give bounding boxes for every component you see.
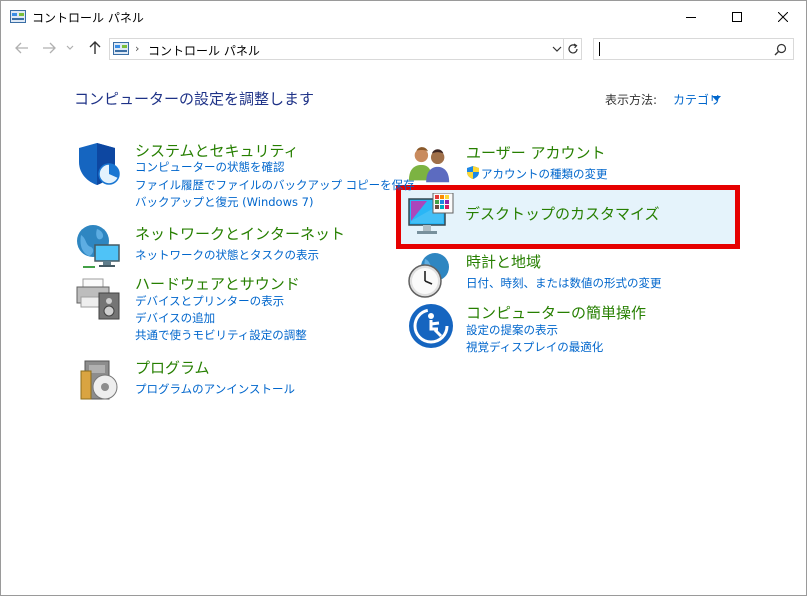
breadcrumb-separator-icon[interactable]: › (135, 42, 139, 55)
search-icon[interactable] (774, 43, 787, 56)
users-icon (408, 147, 450, 183)
breadcrumb-separator-icon[interactable]: › (240, 42, 244, 55)
title-bar: コントロール パネル (1, 1, 806, 32)
ease-of-access-icon (409, 304, 453, 348)
up-button[interactable] (85, 38, 105, 58)
forward-button[interactable] (39, 38, 59, 58)
forward-arrow-icon (43, 42, 56, 54)
link-uninstall-program[interactable]: プログラムのアンインストール (135, 381, 295, 397)
refresh-icon (567, 43, 578, 54)
desktop-monitor-icon (408, 193, 454, 234)
refresh-button[interactable] (564, 38, 582, 60)
back-button[interactable] (12, 38, 32, 58)
link-mobility-settings[interactable]: 共通で使うモビリティ設定の調整 (135, 327, 307, 343)
category-title-programs[interactable]: プログラム (135, 357, 210, 378)
text-cursor (599, 42, 600, 56)
link-add-device[interactable]: デバイスの追加 (135, 310, 215, 326)
link-devices-printers[interactable]: デバイスとプリンターの表示 (135, 293, 284, 309)
category-title-desktop-customization[interactable]: デスクトップのカスタマイズ (465, 203, 660, 224)
maximize-icon (732, 11, 742, 22)
category-clock-region: 時計と地域 日付、時刻、または数値の形式の変更 (407, 251, 727, 298)
recent-locations-button[interactable] (63, 38, 77, 58)
link-network-status-tasks[interactable]: ネットワークの状態とタスクの表示 (135, 247, 319, 263)
category-desktop-customization[interactable]: デスクトップのカスタマイズ (407, 191, 727, 243)
category-user-accounts: ユーザー アカウント アカウントの種類の変更 (407, 142, 707, 186)
link-suggested-settings[interactable]: 設定の提案の表示 (466, 322, 558, 338)
category-title-clock-region[interactable]: 時計と地域 (466, 251, 541, 272)
minimize-icon (686, 16, 696, 18)
link-check-computer-status[interactable]: コンピューターの状態を確認 (135, 159, 285, 175)
page-title: コンピューターの設定を調整します (74, 90, 315, 108)
view-by-label: 表示方法: (605, 93, 658, 107)
control-panel-window: コントロール パネル › コントロール パネル › コンピューターの設定を調整し… (0, 0, 807, 596)
printer-speaker-icon (76, 278, 120, 320)
up-arrow-icon (89, 41, 101, 54)
category-title-user-accounts[interactable]: ユーザー アカウント (466, 142, 605, 163)
address-bar[interactable]: › コントロール パネル › (109, 38, 564, 60)
window-title: コントロール パネル (32, 11, 144, 25)
security-shield-icon (79, 143, 120, 185)
control-panel-icon (10, 10, 26, 23)
maximize-button[interactable] (714, 1, 760, 32)
view-by-caret-icon[interactable] (712, 96, 721, 102)
link-optimize-visual-display[interactable]: 視覚ディスプレイの最適化 (466, 339, 603, 355)
search-input[interactable] (593, 38, 794, 60)
category-ease-of-access: コンピューターの簡単操作 設定の提案の表示 視覚ディスプレイの最適化 (407, 302, 727, 358)
category-network-internet: ネットワークとインターネット ネットワークの状態とタスクの表示 (75, 223, 375, 269)
category-programs: プログラム プログラムのアンインストール (75, 357, 375, 405)
category-title-system-security[interactable]: システムとセキュリティ (135, 140, 299, 161)
uac-shield-icon (467, 166, 479, 179)
back-arrow-icon (15, 42, 28, 54)
close-button[interactable] (760, 1, 806, 32)
link-change-account-type[interactable]: アカウントの種類の変更 (481, 166, 608, 182)
link-backup-restore-win7[interactable]: バックアップと復元 (Windows 7) (135, 194, 313, 210)
category-system-security: システムとセキュリティ コンピューターの状態を確認 ファイル履歴でファイルのバッ… (75, 140, 415, 210)
link-file-history-backup[interactable]: ファイル履歴でファイルのバックアップ コピーを保存 (135, 177, 415, 193)
link-date-time-format[interactable]: 日付、時刻、または数値の形式の変更 (466, 275, 662, 291)
network-globe-icon (77, 225, 120, 268)
control-panel-icon (113, 42, 129, 55)
category-title-hardware-sound[interactable]: ハードウェアとサウンド (135, 273, 300, 294)
clock-globe-icon (408, 253, 449, 298)
minimize-button[interactable] (668, 1, 714, 32)
category-title-network-internet[interactable]: ネットワークとインターネット (135, 223, 345, 244)
navigation-bar: › コントロール パネル › (1, 32, 806, 64)
category-title-ease-of-access[interactable]: コンピューターの簡単操作 (466, 302, 646, 323)
chevron-down-icon (66, 45, 74, 50)
close-icon (778, 11, 788, 22)
category-hardware-sound: ハードウェアとサウンド デバイスとプリンターの表示 デバイスの追加 共通で使うモ… (75, 273, 375, 349)
address-dropdown-icon[interactable] (550, 42, 564, 56)
programs-disc-icon (80, 360, 118, 400)
